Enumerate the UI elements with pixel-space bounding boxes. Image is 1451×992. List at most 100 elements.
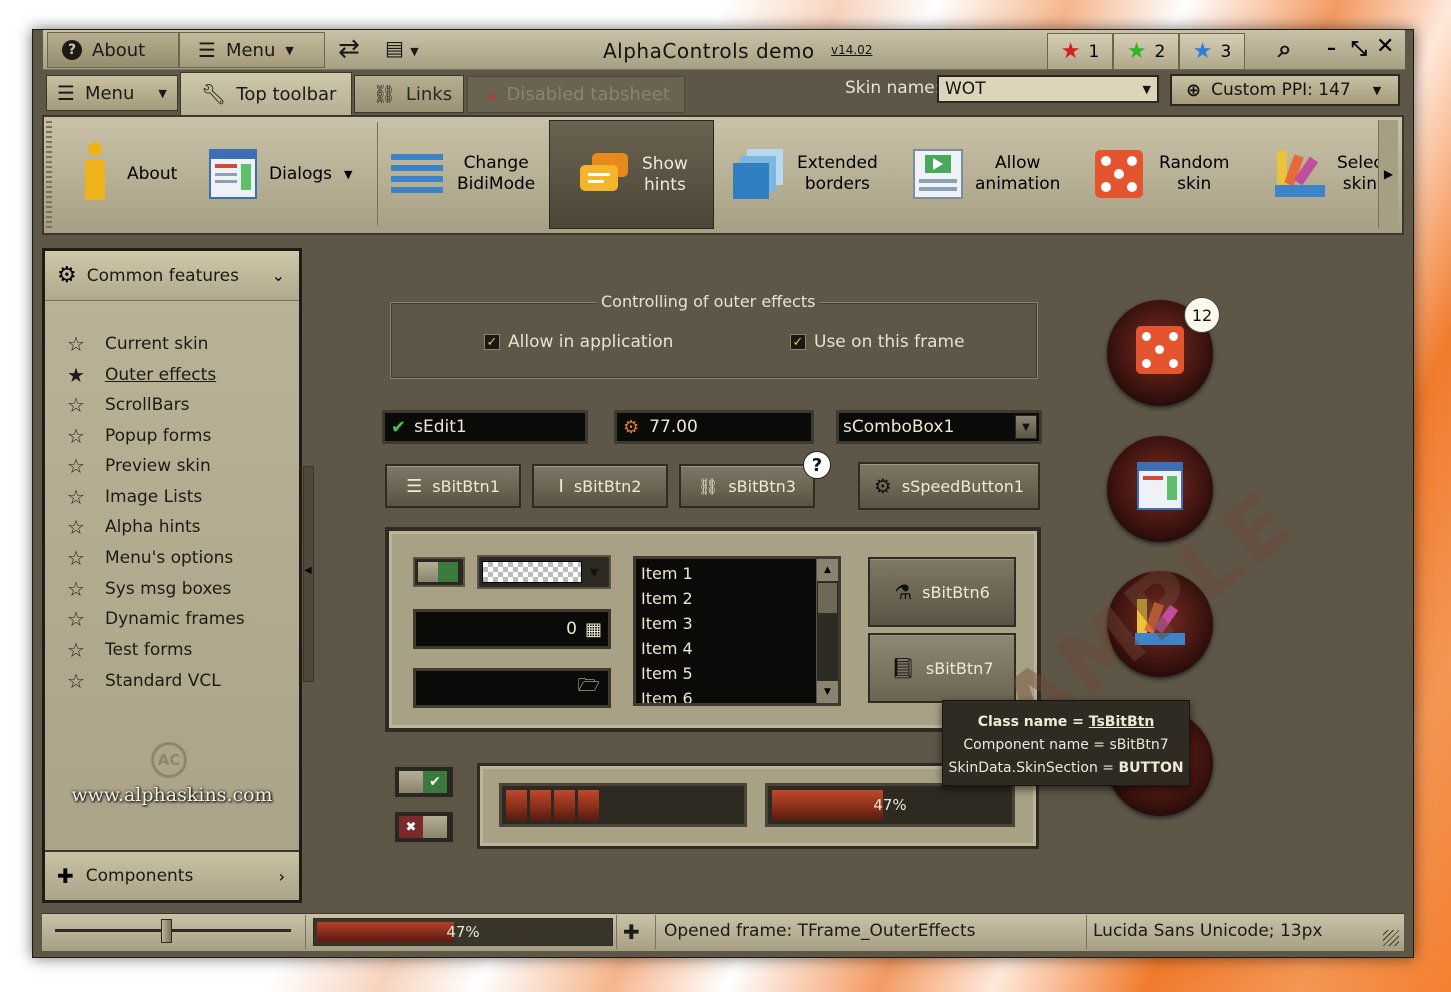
menu-button[interactable]: ☰ Menu ▼ [179, 32, 325, 68]
star-outline-icon: ☆ [67, 454, 85, 478]
spin-edit-field[interactable]: ⚙︎ 77.00 [614, 410, 814, 444]
sbitbtn2-button[interactable]: IsBitBtn2 [532, 464, 668, 508]
directory-edit-field[interactable]: 🗁︎ [413, 668, 611, 708]
restore-icon[interactable]: ⤡ [1351, 36, 1367, 60]
toolbar-bidimode-button[interactable]: Change BidiMode [391, 120, 541, 228]
zoom-slider-thumb[interactable] [161, 919, 172, 943]
sidebar-item-test-forms[interactable]: ☆ Test forms [67, 638, 192, 662]
toggle-switch-on[interactable]: ✔ [393, 765, 455, 799]
sidebar-item-menus-options[interactable]: ☆ Menu's options [67, 546, 233, 570]
list-item[interactable]: Item 3 [639, 611, 817, 636]
sidebar-item-sys-msg-boxes[interactable]: ☆ Sys msg boxes [67, 577, 231, 601]
percent-progress-label: 47% [873, 796, 907, 814]
items-listbox[interactable]: Item 1 Item 2 Item 3 Item 4 Item 5 Item 6 ▲ ▼ [633, 556, 841, 706]
star-button-3[interactable]: ★ 3 [1179, 33, 1245, 70]
toolbar-dialogs-button[interactable]: Dialogs ▼ [209, 120, 379, 228]
swap-icon[interactable]: ⇄ [338, 34, 360, 64]
list-item[interactable]: Item 5 [639, 661, 817, 686]
sspeedbutton1[interactable]: ⚙︎ sSpeedButton1 [858, 462, 1040, 510]
collapse-arrow-icon[interactable]: ◀ [304, 565, 312, 576]
tab-top-toolbar[interactable]: 🔧︎ Top toolbar [180, 72, 352, 115]
toolbar-extended-borders-button[interactable]: Extended borders [733, 120, 883, 228]
sidebar-item-current-skin[interactable]: ☆ Current skin [67, 332, 208, 356]
resize-grip-icon[interactable] [1383, 930, 1399, 946]
layout-menu-icon[interactable]: ▤ ▼ [385, 36, 419, 60]
sidebar-item-popup-forms[interactable]: ☆ Popup forms [67, 424, 211, 448]
star-button-2[interactable]: ★ 2 [1113, 33, 1179, 70]
star-outline-icon: ☆ [67, 546, 85, 570]
minimize-icon[interactable]: – [1327, 38, 1336, 59]
star-outline-icon: ☆ [67, 393, 85, 417]
calc-edit-field[interactable]: 0 ▦ [413, 609, 611, 649]
use-on-frame-checkbox[interactable]: ✓ Use on this frame [790, 332, 965, 352]
sidebar-item-dynamic-frames[interactable]: ☆ Dynamic frames [67, 607, 245, 631]
list-item[interactable]: Item 1 [639, 561, 817, 586]
allow-in-application-checkbox[interactable]: ✓ Allow in application [484, 332, 673, 352]
folder-open-icon[interactable]: 🗁︎ [578, 673, 600, 703]
checkbox-checked-icon: ✓ [790, 334, 806, 350]
window-icon [209, 149, 257, 199]
list-item[interactable]: Item 4 [639, 636, 817, 661]
toolbar-select-skin-button[interactable]: Selec skin [1275, 120, 1383, 228]
toolbar-about-button[interactable]: About [63, 120, 193, 228]
sidebar-header[interactable]: ⚙︎ Common features ⌄ [45, 251, 299, 301]
scombobox1[interactable]: sComboBox1 ▼ [836, 410, 1042, 444]
status-progress-label: 47% [446, 923, 480, 941]
scroll-thumb[interactable] [818, 583, 837, 613]
hamburger-icon: ☰ [198, 38, 216, 62]
star-outline-icon: ☆ [67, 669, 85, 693]
sidebar-item-alpha-hints[interactable]: ☆ Alpha hints [67, 515, 201, 539]
sbitbtn1-button[interactable]: ☰ sBitBtn1 [385, 464, 521, 508]
toolbar-random-skin-button[interactable]: Random skin [1095, 120, 1245, 228]
dropdown-arrow-icon: ▼ [344, 167, 353, 181]
gears-icon: ⚙︎ [57, 263, 77, 288]
star-button-1[interactable]: ★ 1 [1047, 33, 1113, 70]
version-link[interactable]: v14.02 [831, 43, 872, 57]
list-item[interactable]: Item 2 [639, 586, 817, 611]
scroll-up-arrow-icon[interactable]: ▲ [817, 559, 838, 581]
toolbar-scroll-right-button[interactable]: ▶ [1378, 120, 1398, 228]
sidebar-item-scrollbars[interactable]: ☆ ScrollBars [67, 393, 190, 417]
scroll-down-arrow-icon[interactable]: ▼ [817, 681, 838, 703]
font-info-status: Lucida Sans Unicode; 13px [1093, 921, 1323, 941]
sbitbtn3-button[interactable]: ⛓︎ sBitBtn3 [679, 464, 815, 508]
toolbar-allow-animation-button[interactable]: Allow animation [913, 120, 1063, 228]
sidebar-item-image-lists[interactable]: ☆ Image Lists [67, 485, 202, 509]
custom-ppi-button[interactable]: ⊕ Custom PPI: 147 ▼ [1170, 74, 1400, 106]
status-separator [1086, 915, 1087, 949]
link-icon: ⛓︎ [698, 476, 719, 496]
percent-progress-bar: 47% [765, 783, 1015, 827]
gear-icon: ⚙︎ [623, 416, 640, 438]
dropdown-arrow-icon: ▼ [590, 565, 599, 579]
status-separator [655, 915, 656, 949]
search-icon[interactable]: ⌕ [1278, 35, 1291, 63]
close-icon[interactable]: ✕ [1376, 34, 1394, 59]
sidebar-item-preview-skin[interactable]: ☆ Preview skin [67, 454, 211, 478]
info-icon [83, 142, 107, 206]
checkbox-checked-icon: ✓ [484, 334, 500, 350]
toggle-switch-off[interactable]: ✖ [393, 810, 455, 844]
website-link[interactable]: www.alphaskins.com [69, 784, 275, 806]
puzzle-icon: ✚ [623, 920, 640, 944]
sbitbtn6-button[interactable]: ⚗︎ sBitBtn6 [868, 557, 1016, 627]
tabs-menu-button[interactable]: ☰ Menu ▼ [46, 75, 178, 111]
toggle-switch-1[interactable] [413, 557, 465, 587]
zoom-slider-track[interactable] [55, 929, 291, 932]
dice-icon [1095, 150, 1143, 198]
toolbar-show-hints-button[interactable]: Show hints [549, 120, 714, 229]
about-button[interactable]: ? About [47, 32, 179, 68]
sidebar-item-outer-effects[interactable]: ★ Outer effects [67, 363, 216, 387]
calculator-icon[interactable]: ▦ [585, 619, 602, 640]
color-combobox[interactable]: ▼ [477, 555, 611, 589]
chevron-right-icon: › [278, 866, 285, 886]
list-item[interactable]: Item 6 [639, 686, 817, 703]
star-outline-icon: ☆ [67, 638, 85, 662]
sedit1-field[interactable]: ✔ sEdit1 [382, 410, 588, 444]
listbox-scrollbar[interactable]: ▲ ▼ [816, 559, 838, 703]
flask-icon: ⚗︎ [894, 580, 913, 604]
sidebar-item-standard-vcl[interactable]: ☆ Standard VCL [67, 669, 221, 693]
sidebar-footer[interactable]: ✚ Components › [45, 850, 299, 900]
dropdown-arrow-icon[interactable]: ▼ [1015, 415, 1037, 439]
tab-links[interactable]: ⛓︎ Links [354, 75, 464, 113]
skin-name-combo[interactable]: WOT ▼ [937, 75, 1159, 103]
